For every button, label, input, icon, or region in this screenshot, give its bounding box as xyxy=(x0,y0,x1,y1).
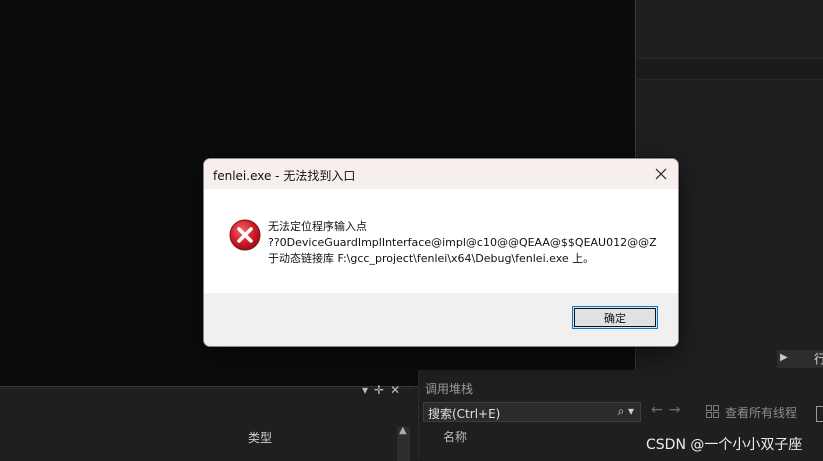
panel-title: 调用堆栈 xyxy=(425,382,474,396)
column-header-partial: 行 xyxy=(814,352,823,366)
view-all-threads-button[interactable]: 查看所有线程 xyxy=(725,404,797,421)
threads-icon xyxy=(706,405,719,418)
close-icon xyxy=(655,168,667,180)
dialog-title-bar[interactable]: fenlei.exe - 无法找到入口 xyxy=(204,159,678,189)
ide-bottom-left-panel: ▾✛✕ 类型 ▲ xyxy=(0,383,412,461)
dialog-footer: 确定 xyxy=(204,293,678,346)
search-icon[interactable]: ⌕ ▾ xyxy=(617,404,634,419)
ok-button[interactable]: 确定 xyxy=(572,306,658,329)
dialog-content: 无法定位程序输入点 ??0DeviceGuardImplInterface@im… xyxy=(204,189,678,293)
error-icon xyxy=(229,219,261,251)
column-header-name[interactable]: 名称 xyxy=(443,428,467,445)
message-line-3: 于动态链接库 F:\gcc_project\fenlei\x64\Debug\f… xyxy=(268,252,595,265)
error-dialog: fenlei.exe - 无法找到入口 无法定位程序输入点 ??0DeviceG… xyxy=(203,158,679,347)
search-placeholder: 搜索(Ctrl+E) xyxy=(428,407,501,421)
dialog-title: fenlei.exe - 无法找到入口 xyxy=(213,169,356,183)
chevron-up-icon: ▲ xyxy=(399,425,407,436)
error-message: 无法定位程序输入点 ??0DeviceGuardImplInterface@im… xyxy=(268,219,657,267)
message-line-1: 无法定位程序输入点 xyxy=(268,220,367,233)
panel-controls[interactable]: ▾✛✕ xyxy=(362,383,406,397)
close-button[interactable] xyxy=(644,159,678,189)
message-line-2: ??0DeviceGuardImplInterface@impl@c10@@QE… xyxy=(268,236,657,249)
nav-arrows-icon[interactable]: ←→ xyxy=(651,402,686,418)
search-input[interactable]: 搜索(Ctrl+E) ⌕ ▾ xyxy=(423,402,641,422)
scrollbar-up-button[interactable]: ▲ xyxy=(397,425,410,461)
panel-edge-button[interactable] xyxy=(816,406,823,422)
scroll-right-icon[interactable]: ▶ xyxy=(780,352,788,363)
column-header-type[interactable]: 类型 xyxy=(248,429,272,446)
panel-band xyxy=(637,58,823,80)
watermark: CSDN @一个小小双子座 xyxy=(646,437,803,453)
